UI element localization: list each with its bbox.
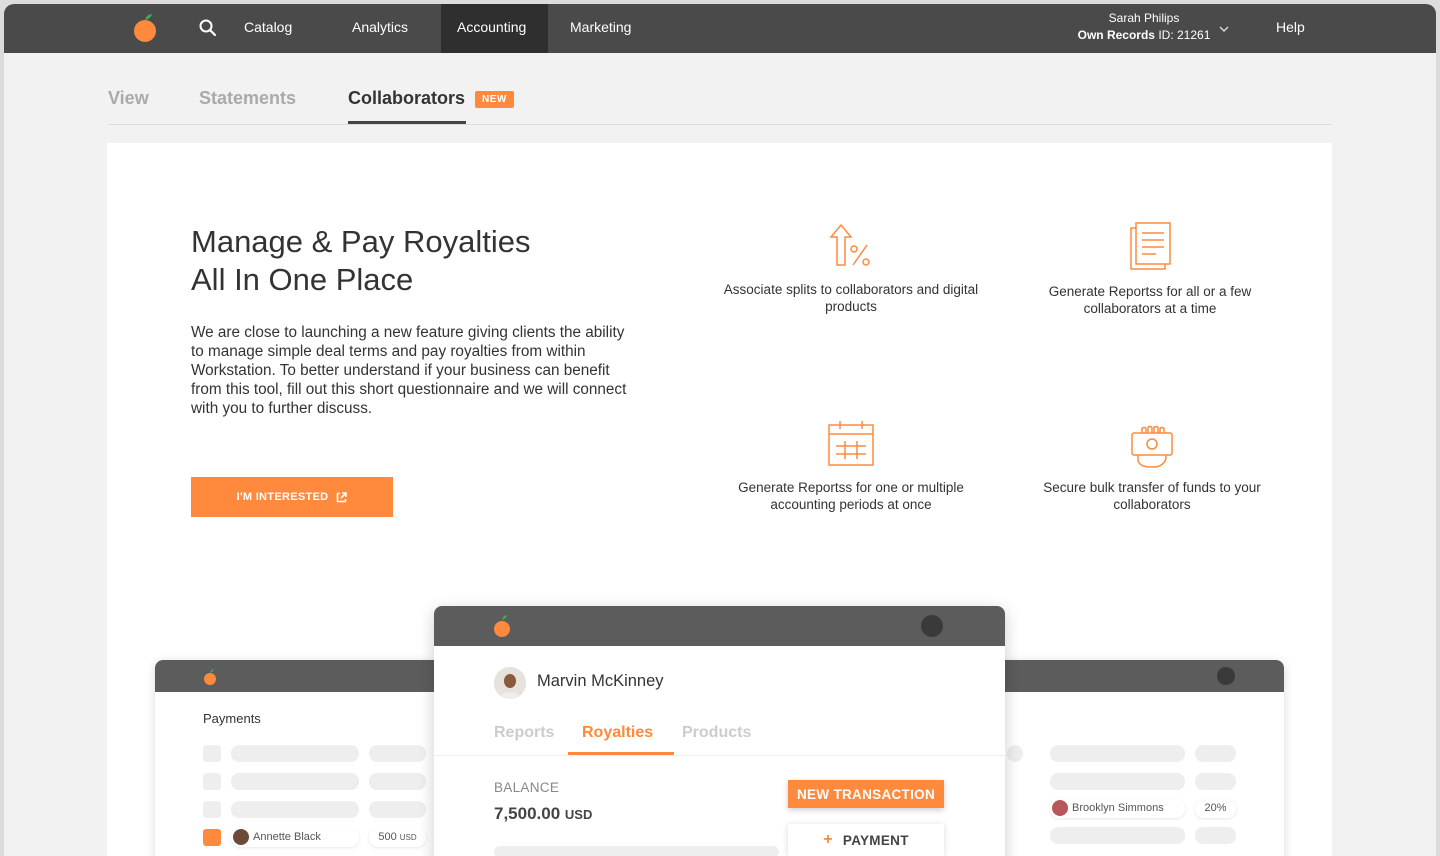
search-icon[interactable]	[198, 18, 218, 38]
balance-label: BALANCE	[494, 780, 560, 795]
feature-periods: Generate Reportss for one or multiple ac…	[721, 419, 981, 513]
divider	[434, 755, 1005, 756]
user-records-label: Own Records	[1077, 28, 1155, 42]
orange-logo-icon[interactable]	[132, 12, 158, 44]
avatar	[233, 829, 249, 845]
collaborator-name: Annette Black	[253, 831, 321, 843]
skeleton-cell	[1195, 773, 1236, 790]
splits-percent-icon	[829, 223, 870, 266]
tab-royalties[interactable]: Royalties	[582, 724, 653, 742]
nav-analytics[interactable]: Analytics	[336, 4, 424, 53]
mock-collaborator-window: Marvin McKinney Reports Royalties Produc…	[434, 606, 1005, 856]
skeleton-checkbox	[203, 801, 221, 818]
collaborator-chip: Annette Black	[231, 828, 359, 847]
title-line-1: Manage & Pay Royalties	[191, 224, 531, 259]
collaborator-chip: Brooklyn Simmons	[1050, 799, 1185, 818]
orange-logo-icon	[204, 669, 216, 685]
tab-reports[interactable]: Reports	[494, 724, 554, 742]
checkbox-checked	[203, 829, 221, 846]
user-records: Own Records ID: 21261	[1078, 28, 1211, 42]
feature-transfer-text: Secure bulk transfer of funds to your co…	[1043, 480, 1261, 512]
skeleton-checkbox	[203, 773, 221, 790]
title-line-2: All In One Place	[191, 262, 414, 297]
hero-description: We are close to launching a new feature …	[191, 324, 627, 417]
feature-splits-text: Associate splits to collaborators and di…	[723, 282, 979, 314]
skeleton-cell	[1007, 745, 1023, 762]
skeleton-cell	[1195, 745, 1236, 762]
percent-chip: 20%	[1195, 799, 1236, 818]
tab-collaborators[interactable]: Collaborators	[348, 88, 466, 124]
top-nav: Catalog Analytics Accounting Marketing S…	[4, 4, 1436, 53]
user-records-id: ID: 21261	[1158, 28, 1211, 42]
skeleton-cell	[1195, 827, 1236, 844]
skeleton-cell	[1050, 773, 1185, 790]
hand-money-icon	[1131, 425, 1173, 468]
feature-splits: Associate splits to collaborators and di…	[721, 221, 981, 315]
user-menu[interactable]: Sarah Philips Own Records ID: 21261	[1064, 10, 1224, 44]
cta-label: I'M INTERESTED	[236, 491, 329, 503]
skeleton-checkbox	[203, 745, 221, 762]
avatar	[1052, 800, 1068, 816]
new-badge: NEW	[475, 91, 514, 108]
balance-amount: 7,500.00	[494, 804, 561, 823]
plus-icon: +	[823, 831, 833, 848]
skeleton-cell	[1050, 827, 1185, 844]
skeleton-cell	[369, 745, 426, 762]
amount-currency: USD	[399, 833, 417, 842]
window-control-icon	[921, 615, 943, 637]
payments-title: Payments	[203, 711, 261, 726]
feature-reports-collaborators: Generate Reportss for all or a few colla…	[1020, 221, 1280, 317]
skeleton-cell	[231, 745, 359, 762]
amount-chip: 500 USD	[369, 828, 426, 847]
page-tabs: View Statements Collaborators NEW	[108, 84, 1332, 125]
payment-label: PAYMENT	[842, 832, 909, 848]
collaborator-name: Marvin McKinney	[537, 672, 664, 690]
skeleton-cell	[1050, 745, 1185, 762]
calendar-icon	[828, 421, 874, 466]
im-interested-button[interactable]: I'M INTERESTED	[191, 477, 393, 517]
nav-marketing[interactable]: Marketing	[554, 4, 647, 53]
collaborators-promo-card: Manage & Pay Royalties All In One Place …	[107, 143, 1332, 856]
skeleton-cell	[494, 846, 779, 856]
page-title: Manage & Pay Royalties All In One Place	[191, 223, 651, 299]
skeleton-cell	[369, 773, 426, 790]
orange-logo-icon	[494, 615, 510, 637]
skeleton-cell	[369, 801, 426, 818]
feature-bulk-transfer: Secure bulk transfer of funds to your co…	[1022, 425, 1282, 513]
new-transaction-button[interactable]: NEW TRANSACTION	[788, 780, 944, 808]
avatar	[494, 667, 526, 699]
feature-periods-text: Generate Reportss for one or multiple ac…	[738, 480, 964, 512]
feature-reports-text: Generate Reportss for all or a few colla…	[1048, 284, 1252, 316]
nav-catalog[interactable]: Catalog	[228, 4, 308, 53]
skeleton-cell	[231, 801, 359, 818]
app-window: Catalog Analytics Accounting Marketing S…	[4, 4, 1436, 856]
document-report-icon	[1130, 222, 1171, 270]
tab-products[interactable]: Products	[682, 724, 751, 742]
help-link[interactable]: Help	[1262, 4, 1319, 53]
balance-currency: USD	[564, 807, 593, 822]
tab-statements[interactable]: Statements	[199, 88, 296, 124]
payment-button[interactable]: + PAYMENT	[788, 824, 944, 856]
chevron-down-icon[interactable]	[1218, 24, 1230, 34]
user-name: Sarah Philips	[1108, 11, 1180, 25]
tab-view[interactable]: View	[108, 88, 149, 124]
mock-window-titlebar	[434, 606, 1005, 646]
collaborator-name: Brooklyn Simmons	[1072, 802, 1164, 814]
external-link-icon	[337, 491, 348, 502]
window-control-icon	[1217, 667, 1235, 685]
balance-value: 7,500.00 USD	[494, 804, 592, 824]
amount-value: 500	[378, 831, 397, 843]
skeleton-cell	[231, 773, 359, 790]
nav-accounting[interactable]: Accounting	[441, 4, 548, 53]
